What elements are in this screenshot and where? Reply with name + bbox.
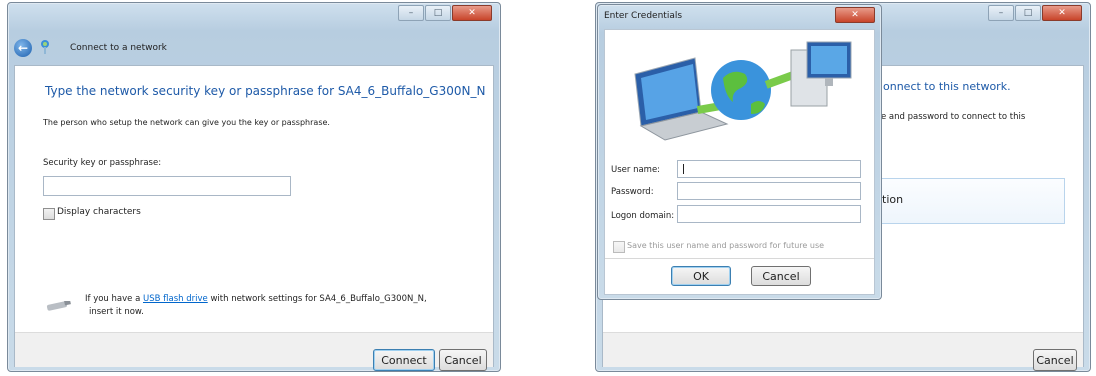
bg-minimize-button[interactable]: – [988, 5, 1014, 21]
security-key-input[interactable] [43, 176, 291, 196]
bg-heading: onnect to this network. [883, 80, 1011, 93]
password-input[interactable] [677, 182, 861, 200]
save-credentials-checkbox[interactable] [613, 241, 625, 253]
back-button[interactable]: ← [14, 39, 32, 57]
username-input[interactable] [677, 160, 861, 178]
key-label: Security key or passphrase: [43, 158, 162, 168]
display-characters-checkbox[interactable] [43, 208, 55, 220]
credentials-dialog: Enter Credentials ✕ User name: Password:… [597, 4, 882, 300]
password-label: Password: [611, 187, 654, 197]
close-button[interactable]: ✕ [452, 5, 492, 21]
dialog-cancel-button[interactable]: Cancel [751, 266, 811, 286]
bg-footer [603, 332, 1083, 367]
bg-subtext: e and password to connect to this [881, 112, 1026, 122]
connect-network-window: – □ ✕ ← Connect to a network Type the ne… [7, 2, 501, 372]
logon-domain-input[interactable] [677, 205, 861, 223]
dialog-separator [605, 258, 874, 259]
bg-cancel-button[interactable]: Cancel [1033, 349, 1077, 371]
display-characters-label: Display characters [57, 207, 141, 217]
window-controls: – □ ✕ [398, 5, 492, 21]
minimize-button[interactable]: – [398, 5, 424, 21]
bg-option-label: tion [882, 193, 904, 206]
bg-close-button[interactable]: ✕ [1042, 5, 1082, 21]
bg-window-controls: – □ ✕ [988, 5, 1082, 21]
usb-text-post: with network settings for SA4_6_Buffalo_… [210, 294, 427, 304]
dialog-title: Enter Credentials [604, 11, 683, 21]
text-caret [683, 164, 684, 174]
usb-text-line2: insert it now. [89, 307, 144, 317]
bg-maximize-button[interactable]: □ [1015, 5, 1041, 21]
usb-flash-drive-link[interactable]: USB flash drive [143, 294, 208, 304]
info-text: The person who setup the network can giv… [43, 118, 330, 127]
bg-option-box[interactable]: tion [877, 178, 1065, 224]
nav-title: Connect to a network [70, 43, 167, 53]
dialog-close-button[interactable]: ✕ [835, 7, 875, 23]
usb-text-pre: If you have a [85, 294, 141, 304]
usb-text: If you have a USB flash drive with netwo… [85, 294, 427, 304]
page-heading: Type the network security key or passphr… [45, 84, 486, 98]
maximize-button[interactable]: □ [425, 5, 451, 21]
network-icon [38, 39, 52, 55]
left-content: Type the network security key or passphr… [14, 65, 494, 371]
network-illustration [615, 34, 865, 146]
usb-drive-icon [45, 296, 73, 311]
ok-button[interactable]: OK [671, 266, 731, 286]
connect-button[interactable]: Connect [373, 349, 435, 371]
username-label: User name: [611, 165, 661, 175]
dialog-controls: ✕ [835, 7, 875, 23]
cancel-button[interactable]: Cancel [439, 349, 487, 371]
domain-label: Logon domain: [611, 211, 675, 221]
dialog-body: User name: Password: Logon domain: Save … [604, 29, 875, 295]
save-credentials-label: Save this user name and password for fut… [627, 241, 825, 250]
